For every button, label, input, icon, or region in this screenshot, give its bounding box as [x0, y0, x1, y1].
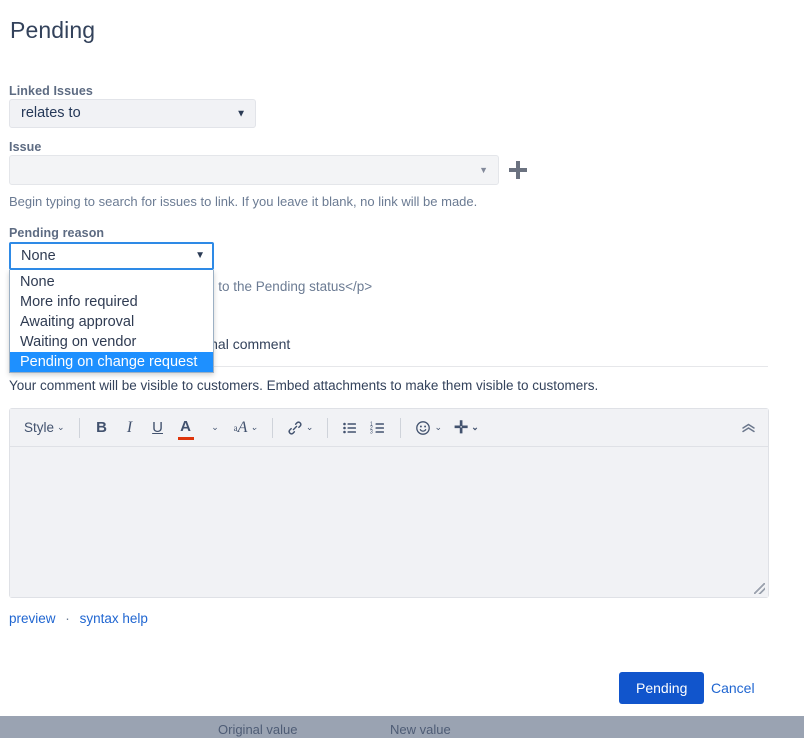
linked-issues-select[interactable]: relates to ▼: [9, 99, 256, 128]
link-icon: [288, 421, 302, 434]
chevron-down-icon: ⌄: [211, 422, 219, 432]
collapse-toolbar-button[interactable]: [741, 420, 756, 436]
chevron-down-icon: ⌄: [250, 422, 258, 432]
issue-help-text: Begin typing to search for issues to lin…: [9, 194, 478, 209]
pending-reason-label: Pending reason: [9, 226, 105, 240]
linked-issues-label: Linked Issues: [9, 84, 93, 98]
pending-reason-select[interactable]: None ▼: [9, 242, 214, 270]
cancel-button[interactable]: Cancel: [711, 672, 755, 704]
text-color-button[interactable]: A: [174, 415, 198, 441]
pending-reason-combobox: None ▼ None More info required Awaiting ap…: [9, 242, 214, 373]
chevron-down-icon: ▼: [479, 165, 488, 175]
chevron-down-icon: ▼: [195, 250, 205, 261]
pending-reason-option[interactable]: None: [10, 272, 213, 292]
toolbar-separator: [271, 417, 273, 438]
pending-reason-option[interactable]: More info required: [10, 292, 213, 312]
insert-more-button[interactable]: ✛ ⌄: [450, 415, 483, 441]
underline-button[interactable]: U: [146, 415, 170, 441]
pending-reason-option[interactable]: Pending on change request: [10, 352, 213, 372]
style-dropdown-button[interactable]: Style ⌄: [20, 415, 69, 441]
chevron-up-icon: [742, 423, 755, 432]
chevron-down-icon: ⌄: [471, 422, 479, 432]
emoji-button[interactable]: ⌄: [411, 415, 446, 441]
toolbar-separator: [327, 417, 329, 438]
dialog-title: Pending: [10, 17, 96, 43]
emoji-icon: [416, 420, 431, 435]
background-original-value-label: Original value: [218, 722, 298, 737]
chevron-down-icon: ▼: [236, 108, 246, 119]
numbered-list-button[interactable]: 1 2 3: [366, 415, 390, 441]
issue-search-input[interactable]: ▼: [9, 155, 499, 185]
highlight-glyph: A: [237, 418, 248, 436]
editor-toolbar: Style ⌄ B I U A ⌄ aA ⌄ ⌄ 1 2 3 ⌄ ✛ ⌄: [10, 409, 768, 447]
chevron-down-icon: ⌄: [434, 422, 442, 432]
numbered-list-icon: 1 2 3: [370, 421, 385, 435]
editor-resize-handle[interactable]: [754, 583, 765, 594]
background-new-value-label: New value: [390, 722, 451, 737]
comment-editor: Style ⌄ B I U A ⌄ aA ⌄ ⌄ 1 2 3 ⌄ ✛ ⌄: [9, 408, 769, 598]
link-button[interactable]: ⌄: [283, 415, 318, 441]
bullet-list-button[interactable]: [338, 415, 362, 441]
text-color-dropdown-button[interactable]: ⌄: [202, 415, 226, 441]
toolbar-separator: [78, 417, 80, 438]
issue-label: Issue: [9, 140, 42, 154]
bold-button[interactable]: B: [90, 415, 114, 441]
pending-submit-button[interactable]: Pending: [619, 672, 705, 704]
italic-button[interactable]: I: [118, 415, 142, 441]
linked-issues-value: relates to: [21, 105, 81, 121]
chevron-down-icon: ⌄: [305, 422, 314, 432]
svg-text:3: 3: [370, 429, 373, 435]
comment-textarea[interactable]: [10, 447, 768, 597]
pending-transition-dialog: Pending Linked Issues relates to ▼ Issue…: [0, 0, 778, 716]
toolbar-separator: [400, 417, 402, 438]
pending-reason-value: None: [21, 248, 56, 264]
bullet-list-icon: [343, 422, 357, 433]
style-label: Style: [24, 420, 55, 435]
plus-icon: ✛: [453, 417, 469, 437]
preview-link[interactable]: preview: [9, 611, 56, 626]
pending-reason-option[interactable]: Waiting on vendor: [10, 332, 213, 352]
add-issue-link-icon[interactable]: [509, 161, 527, 179]
comment-visibility-note: Your comment will be visible to customer…: [9, 378, 599, 393]
link-separator: ·: [65, 611, 70, 626]
highlight-button[interactable]: aA ⌄: [230, 415, 262, 441]
pending-reason-option[interactable]: Awaiting approval: [10, 312, 213, 332]
chevron-down-icon: ⌄: [57, 422, 65, 432]
syntax-help-link[interactable]: syntax help: [80, 611, 148, 626]
editor-footer-links: preview · syntax help: [9, 611, 148, 626]
pending-reason-option-list: None More info required Awaiting approval W…: [9, 270, 214, 373]
